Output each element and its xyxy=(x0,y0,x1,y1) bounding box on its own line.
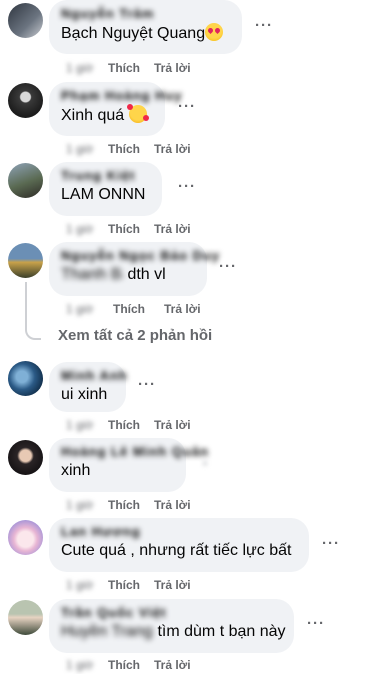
avatar[interactable] xyxy=(8,83,43,118)
reply-button[interactable]: Trả lời xyxy=(154,222,191,236)
comment-text: Bạch Nguyệt Quang xyxy=(61,23,230,44)
comment-actions: 1 giờ Thích Trả lời xyxy=(66,61,191,77)
avatar[interactable] xyxy=(8,520,43,555)
blurred-decoration: ▪ xyxy=(203,456,208,470)
commenter-name[interactable]: Lan Hương xyxy=(61,524,297,539)
more-options-icon[interactable]: ··· xyxy=(219,258,237,275)
more-options-icon[interactable]: ··· xyxy=(178,98,196,115)
comment-time[interactable]: 1 giờ xyxy=(66,61,94,75)
comment-actions: 1 giờ Thích Trả lời xyxy=(66,142,191,158)
tagged-user[interactable]: Huyền Trang xyxy=(61,622,153,642)
more-options-icon[interactable]: ··· xyxy=(138,376,156,393)
reply-button[interactable]: Trả lời xyxy=(154,578,191,592)
comment-text: ui xinh xyxy=(61,386,108,403)
comment-actions: 1 giờ Thích Trả lời xyxy=(66,418,191,434)
comment-text: xinh xyxy=(61,462,91,479)
reply-button[interactable]: Trả lời xyxy=(154,418,191,432)
comment-time[interactable]: 1 giờ xyxy=(66,222,94,236)
like-button[interactable]: Thích xyxy=(108,578,140,592)
more-options-icon[interactable]: ··· xyxy=(307,615,325,632)
comment-bubble: Trần Quốc Việt Huyền Trang tìm dùm t bạn… xyxy=(49,599,294,653)
comment-time[interactable]: 1 giờ xyxy=(66,578,94,592)
reply-button[interactable]: Trả lời xyxy=(154,142,191,156)
commenter-name[interactable]: Trần Quốc Việt xyxy=(61,605,282,620)
view-replies-link[interactable]: Xem tất cả 2 phản hồi xyxy=(58,327,212,344)
avatar[interactable] xyxy=(8,163,43,198)
like-button[interactable]: Thích xyxy=(108,498,140,512)
tagged-user[interactable]: Thanh Bảo xyxy=(61,265,123,285)
like-button[interactable]: Thích xyxy=(108,658,140,672)
like-button[interactable]: Thích xyxy=(108,61,140,75)
like-button[interactable]: Thích xyxy=(108,222,140,236)
commenter-name[interactable]: Hoàng Lê Minh Quân xyxy=(61,444,208,459)
reply-button[interactable]: Trả lời xyxy=(164,302,201,316)
more-options-icon[interactable]: ··· xyxy=(255,17,273,34)
avatar[interactable] xyxy=(8,600,43,635)
comment-bubble: Minh Anh ui xinh xyxy=(49,362,127,412)
reply-button[interactable]: Trả lời xyxy=(154,61,191,75)
comment-actions: 1 giờ Thích Trả lời xyxy=(66,578,191,594)
like-button[interactable]: Thích xyxy=(108,418,140,432)
comment-text: Huyền Trang tìm dùm t bạn này xyxy=(61,622,286,642)
comment-time[interactable]: 1 giờ xyxy=(66,658,94,672)
comment-bubble: Trung Kiệt LAM ONNN xyxy=(49,162,162,216)
comment-text: Cute quá , nhưng rất tiếc lực bất xyxy=(61,542,292,559)
like-button[interactable]: Thích xyxy=(113,302,145,316)
comment-time[interactable]: 1 giờ xyxy=(66,418,94,432)
reply-button[interactable]: Trả lời xyxy=(154,498,191,512)
comment-bubble: Nguyễn Ngọc Bảo Duy Thanh Bảo dth vl xyxy=(49,242,219,296)
thread-connector xyxy=(25,282,41,340)
commenter-name[interactable]: Minh Anh xyxy=(61,368,127,383)
comment-time[interactable]: 1 giờ xyxy=(66,302,99,316)
comment-bubble: Phạm Hoàng Huy Xinh quá xyxy=(49,82,182,136)
comment-actions: 1 giờ Thích Trả lời xyxy=(66,302,201,318)
more-options-icon[interactable]: ··· xyxy=(322,535,340,552)
comment-actions: 1 giờ Thích Trả lời xyxy=(66,498,191,514)
comment-text: LAM ONNN xyxy=(61,186,146,203)
more-options-icon[interactable]: ··· xyxy=(178,178,196,195)
comment-bubble: Lan Hương Cute quá , nhưng rất tiếc lực … xyxy=(49,518,309,572)
comment-bubble: Nguyễn Trâm Bạch Nguyệt Quang xyxy=(49,0,242,54)
comment-text: Thanh Bảo dth vl xyxy=(61,265,166,285)
commenter-name[interactable]: Trung Kiệt xyxy=(61,168,150,183)
avatar[interactable] xyxy=(8,361,43,396)
comment-time[interactable]: 1 giờ xyxy=(66,142,94,156)
comment-actions: 1 giờ Thích Trả lời xyxy=(66,222,191,238)
commenter-name[interactable]: Nguyễn Trâm xyxy=(61,6,230,21)
commenter-name[interactable]: Phạm Hoàng Huy xyxy=(61,88,182,103)
commenter-name[interactable]: Nguyễn Ngọc Bảo Duy xyxy=(61,248,219,263)
avatar[interactable] xyxy=(8,3,43,38)
reply-button[interactable]: Trả lời xyxy=(154,658,191,672)
like-button[interactable]: Thích xyxy=(108,142,140,156)
avatar[interactable] xyxy=(8,243,43,278)
comment-time[interactable]: 1 giờ xyxy=(66,498,94,512)
comment-text: Xinh quá xyxy=(61,104,153,126)
avatar[interactable] xyxy=(8,440,43,475)
heart-eyes-emoji-icon xyxy=(205,23,224,41)
comment-bubble: Hoàng Lê Minh Quân xinh xyxy=(49,438,208,492)
comment-actions: 1 giờ Thích Trả lời xyxy=(66,658,191,674)
smiling-hearts-emoji-icon xyxy=(126,104,149,123)
